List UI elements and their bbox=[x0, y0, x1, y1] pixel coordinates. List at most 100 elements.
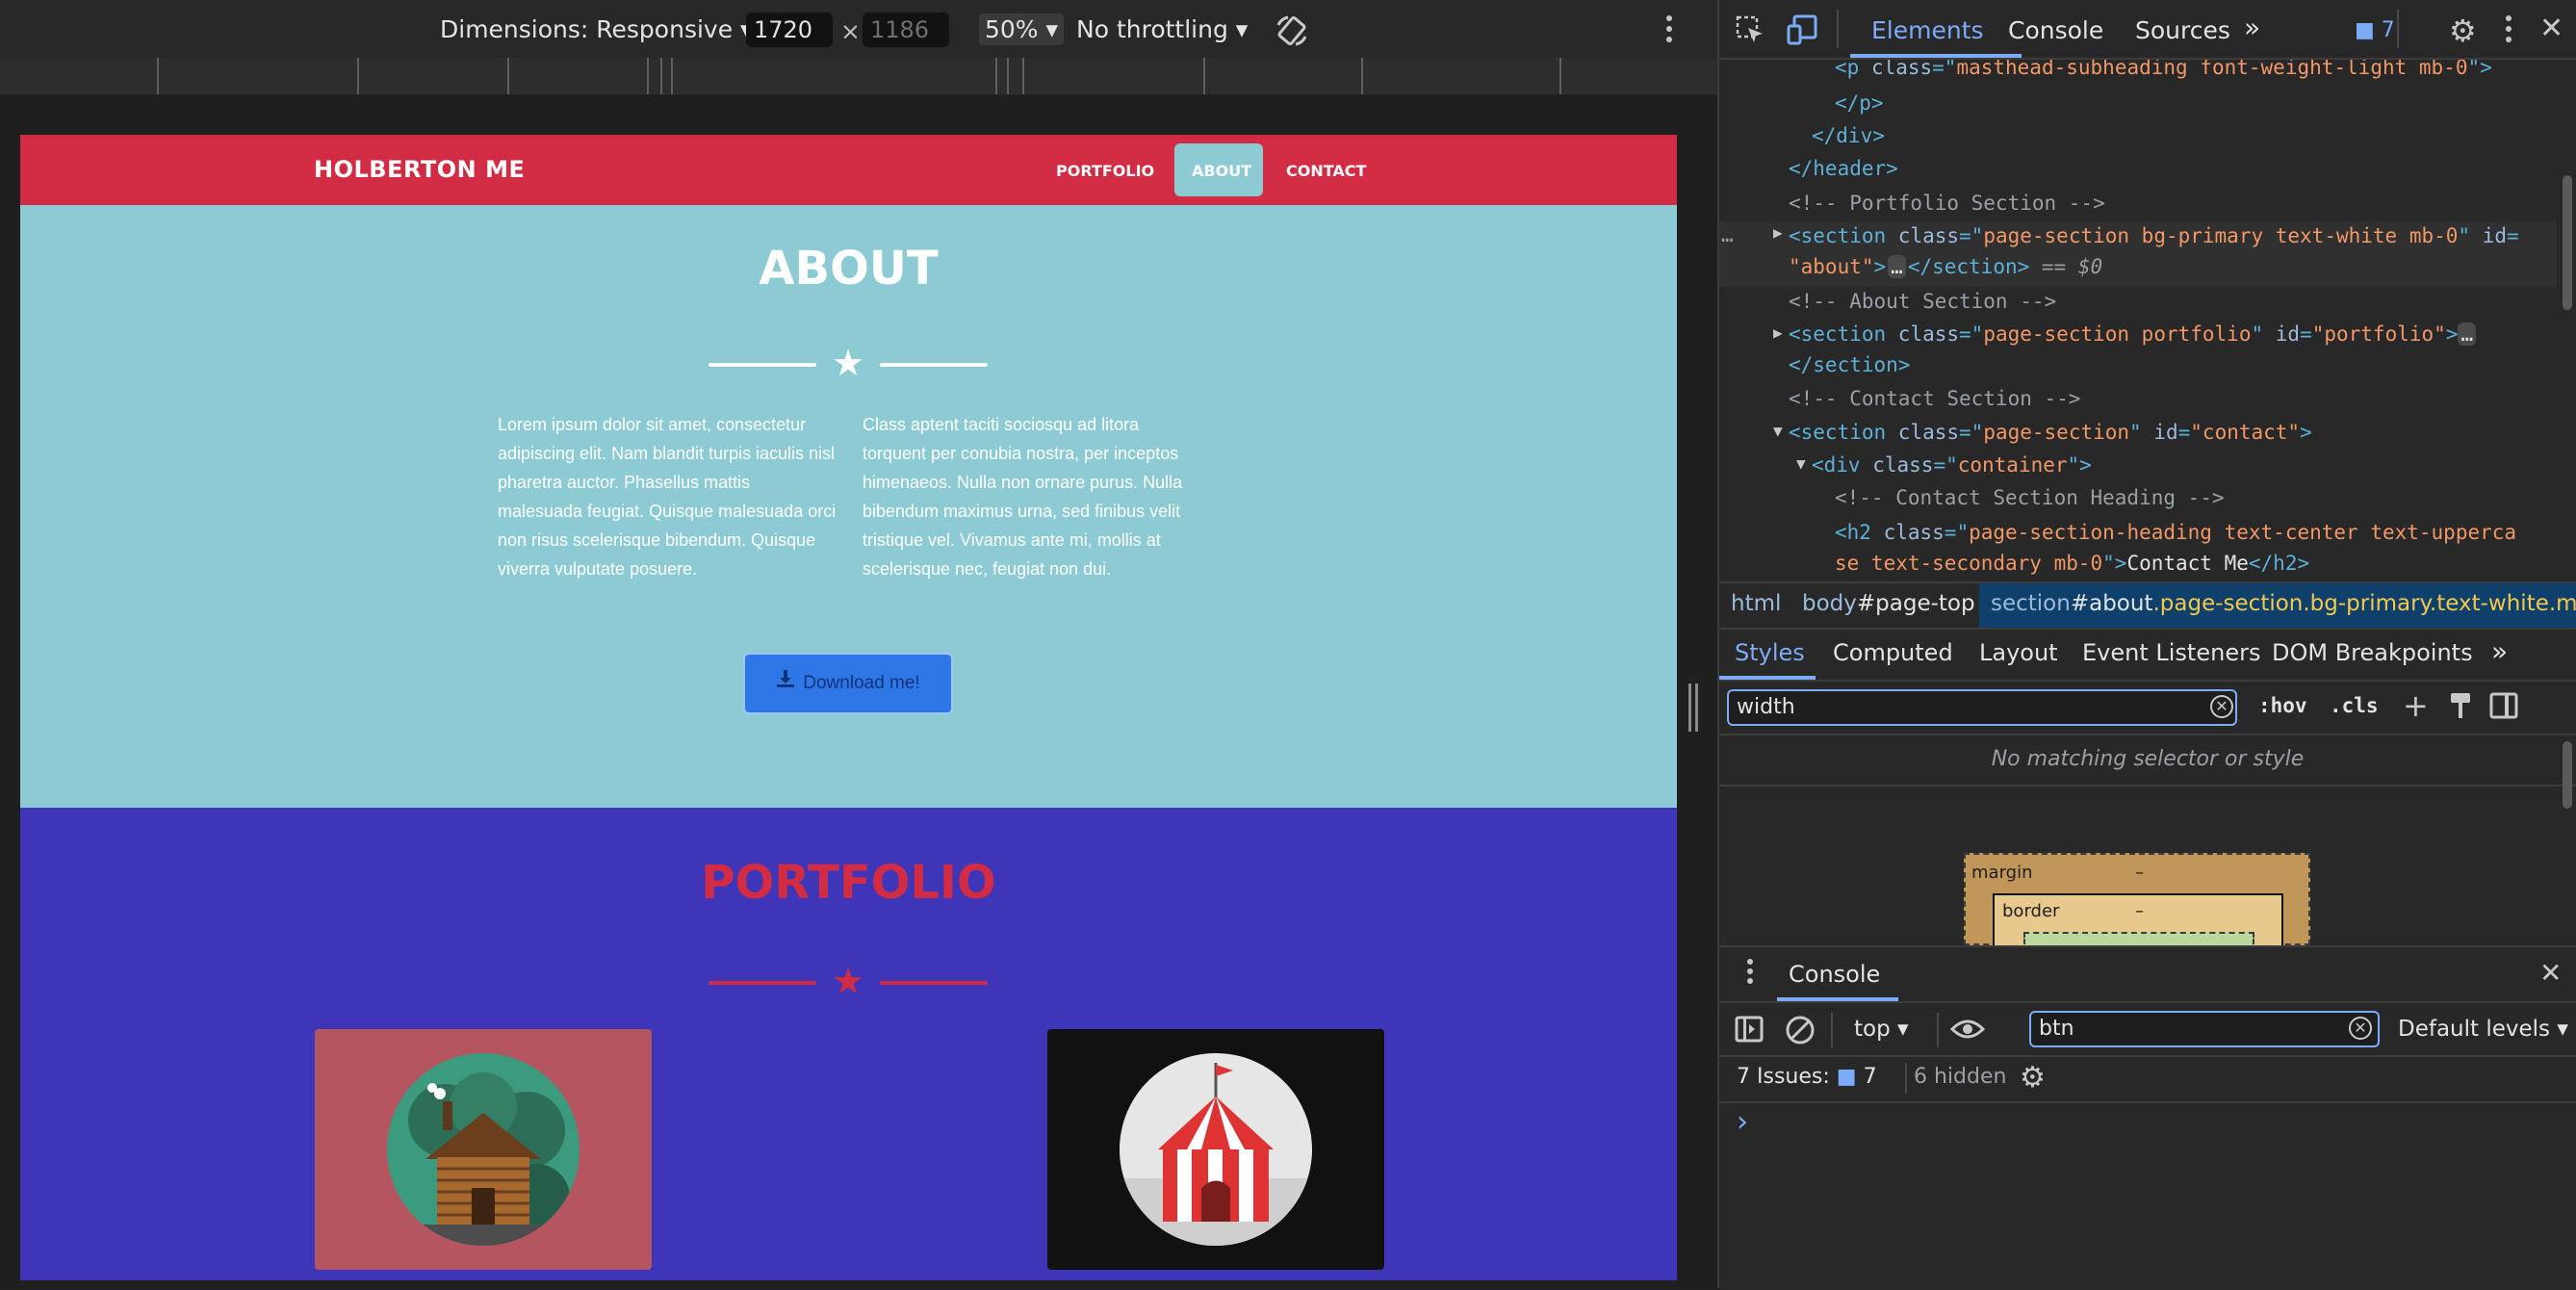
throttling-dropdown[interactable]: No throttling bbox=[1076, 15, 1248, 43]
styles-filter-input[interactable]: width bbox=[1727, 689, 2237, 726]
portfolio-item-cabin[interactable] bbox=[315, 1029, 652, 1270]
tab-elements[interactable]: Elements bbox=[1871, 16, 1984, 44]
collapsed-arrow-icon[interactable]: ▶ bbox=[1773, 323, 1783, 342]
toggle-sidebar-icon[interactable] bbox=[2489, 691, 2518, 724]
live-expression-eye-icon[interactable] bbox=[1949, 1017, 1986, 1045]
tab-console[interactable]: Console bbox=[2008, 16, 2103, 44]
dom-line[interactable]: </div> bbox=[1812, 124, 1885, 147]
about-divider: ★ bbox=[708, 344, 988, 386]
issues-count: 7 bbox=[1863, 1065, 1877, 1089]
close-devtools-icon[interactable]: ✕ bbox=[2539, 12, 2563, 45]
resize-handle[interactable] bbox=[1688, 684, 1698, 732]
log-levels-dropdown[interactable]: Default levels bbox=[2398, 1017, 2568, 1042]
crumb-html[interactable]: html bbox=[1731, 591, 1781, 616]
box-model-margin[interactable]: margin – border – bbox=[1964, 853, 2310, 951]
crumb-section[interactable]: section#about.page-section.bg-primary.te… bbox=[1991, 591, 2576, 616]
cabin-image bbox=[387, 1053, 580, 1246]
dom-line-selected[interactable]: <section class="page-section bg-primary … bbox=[1789, 224, 2519, 247]
console-sidebar-icon[interactable] bbox=[1735, 1015, 1764, 1047]
tab-dom-breakpoints[interactable]: DOM Breakpoints bbox=[2272, 639, 2473, 666]
more-tabs-button[interactable]: » bbox=[2244, 12, 2260, 43]
dom-line[interactable]: <div class="container"> bbox=[1812, 453, 2092, 477]
times-sign: × bbox=[840, 17, 861, 45]
dimensions-dropdown[interactable]: Dimensions: Responsive bbox=[440, 15, 753, 43]
box-model-border[interactable]: border – bbox=[1993, 893, 2283, 951]
context-dropdown[interactable]: top bbox=[1854, 1017, 1909, 1042]
ellipsis-icon[interactable]: … bbox=[1721, 223, 1734, 246]
console-settings-gear-icon[interactable]: ⚙ bbox=[2020, 1061, 2046, 1095]
dom-line[interactable]: </header> bbox=[1789, 157, 1898, 180]
portfolio-divider: ★ bbox=[708, 962, 988, 1004]
console-drawer: Console ✕ top btn ✕ Default levels 7 Iss… bbox=[1719, 945, 2576, 1290]
inspect-element-icon[interactable] bbox=[1735, 14, 1765, 51]
nav-link-about[interactable]: ABOUT bbox=[1192, 162, 1251, 180]
margin-value: – bbox=[2135, 863, 2144, 883]
styles-more-tabs[interactable]: » bbox=[2491, 635, 2508, 667]
crumb-body[interactable]: body#page-top bbox=[1802, 591, 1975, 616]
issues-count: 7 bbox=[2381, 18, 2395, 42]
console-filter-input[interactable]: btn bbox=[2029, 1011, 2380, 1047]
tab-computed[interactable]: Computed bbox=[1833, 639, 1953, 666]
tab-event-listeners[interactable]: Event Listeners bbox=[2082, 639, 2260, 666]
dom-line[interactable]: <section class="page-section portfolio" … bbox=[1789, 322, 2477, 346]
download-button[interactable]: Download me! bbox=[743, 653, 953, 714]
dom-comment[interactable]: <!-- Portfolio Section --> bbox=[1789, 192, 2105, 215]
dom-line[interactable]: </p> bbox=[1835, 91, 1884, 115]
rotate-icon[interactable] bbox=[1275, 13, 1309, 54]
dom-line-selected-cont[interactable]: "about">… </section> == $0 bbox=[1789, 255, 2102, 278]
expanded-arrow-icon[interactable]: ▼ bbox=[1796, 454, 1806, 473]
elements-scrollbar[interactable] bbox=[2563, 175, 2572, 310]
settings-gear-icon[interactable]: ⚙ bbox=[2449, 13, 2477, 49]
download-label: Download me! bbox=[803, 673, 920, 694]
expanded-arrow-icon[interactable]: ▼ bbox=[1773, 422, 1783, 440]
issues-summary[interactable]: 7 Issues: ■ 7 bbox=[1737, 1065, 1877, 1089]
issues-badge[interactable]: ■ 7 bbox=[2355, 18, 2395, 42]
border-value: – bbox=[2135, 901, 2144, 921]
devtools-panel: Elements Console Sources » ■ 7 ⚙ ✕ <p cl… bbox=[1719, 0, 2576, 1290]
dom-line[interactable]: <p class="masthead-subheading font-weigh… bbox=[1835, 60, 2492, 79]
dom-comment[interactable]: <!-- Contact Section --> bbox=[1789, 387, 2080, 410]
close-drawer-icon[interactable]: ✕ bbox=[2539, 957, 2562, 989]
dom-line[interactable]: <section class="page-section" id="contac… bbox=[1789, 421, 2312, 444]
hov-button[interactable]: :hov bbox=[2258, 694, 2307, 717]
dom-line[interactable]: se text-secondary mb-0">Contact Me</h2> bbox=[1835, 552, 2309, 575]
drawer-menu-icon[interactable] bbox=[1746, 957, 1754, 990]
kebab-icon[interactable] bbox=[1665, 13, 1673, 50]
page-preview: HOLBERTON ME PORTFOLIO ABOUT CONTACT ABO… bbox=[20, 135, 1677, 1280]
clear-filter-icon[interactable]: ✕ bbox=[2210, 695, 2233, 718]
new-rule-icon[interactable]: + bbox=[2403, 687, 2429, 724]
portfolio-section: PORTFOLIO ★ bbox=[20, 808, 1677, 1280]
about-section: ABOUT ★ Lorem ipsum dolor sit amet, cons… bbox=[20, 205, 1677, 808]
styles-tabbar: Styles Computed Layout Event Listeners D… bbox=[1719, 628, 2576, 682]
console-drawer-tab[interactable]: Console bbox=[1789, 961, 1880, 988]
cls-button[interactable]: .cls bbox=[2330, 694, 2379, 717]
dom-line[interactable]: </section> bbox=[1789, 353, 1910, 376]
nav-link-contact[interactable]: CONTACT bbox=[1286, 162, 1366, 180]
collapsed-arrow-icon[interactable]: ▶ bbox=[1773, 223, 1783, 242]
zoom-dropdown[interactable]: 50% bbox=[979, 13, 1065, 45]
device-toolbar-icon[interactable] bbox=[1787, 14, 1819, 51]
paint-brush-icon[interactable] bbox=[2447, 691, 2474, 724]
site-brand[interactable]: HOLBERTON ME bbox=[314, 156, 525, 183]
about-heading: ABOUT bbox=[759, 242, 939, 296]
clear-console-filter-icon[interactable]: ✕ bbox=[2349, 1017, 2372, 1040]
dom-line[interactable]: <h2 class="page-section-heading text-cen… bbox=[1835, 521, 2516, 544]
site-navbar: HOLBERTON ME PORTFOLIO ABOUT CONTACT bbox=[20, 135, 1677, 205]
active-tab-indicator bbox=[1850, 54, 2022, 58]
height-input[interactable]: 1186 bbox=[863, 13, 949, 47]
clear-console-icon[interactable] bbox=[1785, 1015, 1816, 1049]
dom-comment[interactable]: <!-- Contact Section Heading --> bbox=[1835, 486, 2225, 509]
console-prompt[interactable]: › bbox=[1737, 1105, 1748, 1139]
styles-scrollbar[interactable] bbox=[2563, 741, 2572, 809]
width-input[interactable]: 1720 bbox=[746, 13, 833, 47]
nav-link-portfolio[interactable]: PORTFOLIO bbox=[1056, 162, 1154, 180]
tab-layout[interactable]: Layout bbox=[1979, 639, 2058, 666]
kebab-icon[interactable] bbox=[2505, 13, 2512, 50]
tab-sources[interactable]: Sources bbox=[2135, 16, 2230, 44]
portfolio-heading: PORTFOLIO bbox=[701, 856, 996, 910]
dom-comment[interactable]: <!-- About Section --> bbox=[1789, 290, 2056, 313]
tab-styles[interactable]: Styles bbox=[1735, 639, 1805, 666]
portfolio-item-circus[interactable] bbox=[1047, 1029, 1384, 1270]
media-query-ruler[interactable] bbox=[0, 58, 1717, 96]
circus-image bbox=[1120, 1053, 1312, 1246]
